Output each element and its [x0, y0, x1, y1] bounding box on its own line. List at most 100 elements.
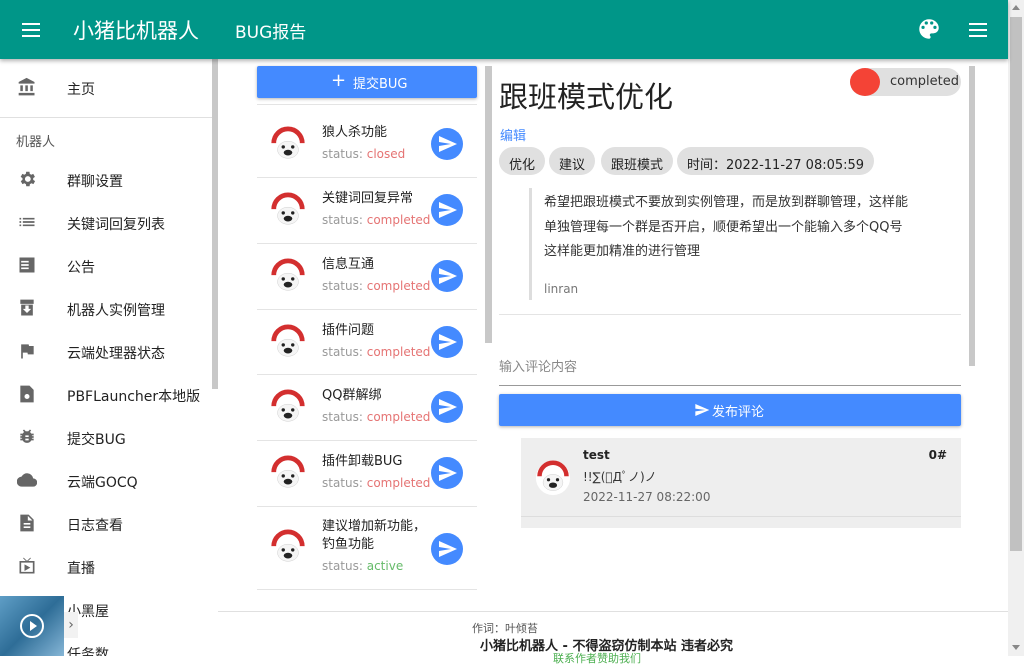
sidebar-item-keyword-reply[interactable]: 关键词回复列表 [0, 202, 212, 245]
open-bug-button[interactable] [431, 326, 463, 358]
status-prefix: status: [322, 279, 367, 293]
bug-list-item[interactable]: 信息互通 status: completed [257, 244, 477, 310]
avatar [269, 455, 307, 493]
send-icon [695, 404, 710, 416]
send-icon [439, 541, 457, 557]
send-icon [439, 136, 457, 152]
live-tv-icon [19, 557, 35, 574]
footer-credit: 作词：叶倾苔 [472, 622, 538, 635]
submit-bug-button[interactable]: + 提交BUG [257, 66, 477, 98]
edit-link[interactable]: 编辑 [500, 125, 526, 144]
status-text: completed [890, 74, 959, 89]
sidebar-item-home[interactable]: 主页 [0, 67, 212, 110]
footer-contact-link[interactable]: 联系作者赞助我们 [553, 650, 641, 666]
palette-icon[interactable] [916, 16, 942, 42]
status-value: completed [366, 213, 431, 227]
flag-icon [21, 344, 34, 359]
video-thumbnail[interactable] [0, 596, 64, 656]
avatar [269, 324, 307, 362]
sidebar-item-live[interactable]: 直播 [0, 546, 212, 589]
app-title[interactable]: 小猪比机器人 [73, 15, 199, 45]
sidebar-item-label: 任务数 [67, 647, 109, 656]
scroll-down-icon[interactable] [1012, 645, 1020, 650]
sidebar: 主页 机器人 群聊设置 关键词回复列表 公告 机器人实例管理 云端处理器状态 P… [0, 59, 212, 656]
bug-icon [20, 429, 34, 443]
bug-item-title: QQ群解绑 [322, 388, 382, 403]
file-icon [20, 385, 34, 403]
bug-item-status: status: completed [322, 345, 430, 359]
bug-item-status: status: active [322, 559, 403, 573]
sidebar-item-submit-bug[interactable]: 提交BUG [0, 417, 212, 460]
scrollbar-thumb[interactable] [1010, 17, 1022, 551]
bug-item-title: 信息互通 [322, 257, 375, 272]
sidebar-item-announcement[interactable]: 公告 [0, 245, 212, 288]
status-value: completed [366, 345, 431, 359]
menu-icon[interactable] [16, 16, 44, 44]
detail-scrollbar[interactable] [969, 66, 975, 366]
sidebar-item-instance-management[interactable]: 机器人实例管理 [0, 288, 212, 331]
bug-item-title: 关键词回复异常 [322, 191, 414, 206]
status-prefix: status: [322, 345, 367, 359]
sidebar-item-label: 群聊设置 [67, 174, 123, 190]
open-bug-button[interactable] [431, 128, 463, 160]
chevron-right-icon[interactable]: › [64, 612, 78, 638]
publish-comment-button[interactable]: 发布评论 [499, 394, 961, 426]
sidebar-item-cloud-processor[interactable]: 云端处理器状态 [0, 331, 212, 374]
sidebar-item-group-settings[interactable]: 群聊设置 [0, 159, 212, 202]
sidebar-item-label: 日志查看 [67, 518, 123, 534]
list-icon [19, 217, 35, 227]
sidebar-item-label: 关键词回复列表 [67, 217, 165, 233]
open-bug-button[interactable] [431, 457, 463, 489]
bug-list-item[interactable]: 关键词回复异常 status: completed [257, 178, 477, 244]
open-bug-button[interactable] [431, 260, 463, 292]
divider [499, 314, 961, 315]
bug-item-title: 插件问题 [322, 323, 375, 338]
footer: 作词：叶倾苔 小猪比机器人 - 不得盗窃仿制本站 违者必究 联系作者赞助我们 [218, 611, 1008, 665]
bug-item-title: 插件卸载BUG [322, 454, 403, 469]
play-icon[interactable] [20, 614, 44, 638]
bug-item-status: status: completed [322, 476, 430, 490]
tag-chip: 建议 [549, 147, 596, 175]
sidebar-item-label: 机器人实例管理 [67, 303, 165, 319]
list-scrollbar[interactable] [485, 66, 492, 343]
bug-list-item[interactable]: QQ群解绑 status: completed [257, 375, 477, 441]
bug-item-status: status: closed [322, 147, 405, 161]
sidebar-item-label: 公告 [67, 260, 95, 276]
avatar [269, 192, 307, 230]
sidebar-item-label: 主页 [67, 82, 95, 98]
status-value: active [366, 559, 404, 573]
comment-input[interactable] [499, 350, 961, 386]
comment-user: test [583, 448, 610, 462]
sidebar-item-pbflauncher[interactable]: PBFLauncher本地版 [0, 374, 212, 417]
sidebar-item-logs[interactable]: 日志查看 [0, 503, 212, 546]
status-prefix: status: [322, 559, 367, 573]
sidebar-item-cloud-gocq[interactable]: 云端GOCQ [0, 460, 212, 503]
divider [0, 117, 212, 118]
open-bug-button[interactable] [431, 533, 463, 565]
document-icon [20, 514, 34, 532]
status-dot [850, 68, 880, 96]
page-scrollbar[interactable] [1008, 0, 1024, 656]
open-bug-button[interactable] [431, 194, 463, 226]
status-value: closed [366, 147, 406, 161]
bug-list-item[interactable]: 狼人杀功能 status: closed [257, 112, 477, 178]
tag-chip: 跟班模式 [601, 147, 674, 175]
bug-list-item[interactable]: 插件问题 status: completed [257, 310, 477, 375]
comment-text: !!∑(ﾟДﾟノ)ノ [583, 470, 657, 484]
bank-icon [18, 77, 35, 96]
bug-list-item[interactable]: 插件卸载BUG status: completed [257, 441, 477, 507]
sidebar-item-label: 云端GOCQ [67, 475, 138, 491]
submit-bug-label: 提交BUG [353, 77, 408, 92]
scroll-up-icon[interactable] [1012, 5, 1020, 10]
comment-card: test 0# !!∑(ﾟДﾟノ)ノ 2022-11-27 08:22:00 [521, 438, 961, 528]
sidebar-scrollbar[interactable] [212, 59, 218, 389]
gear-icon [20, 171, 36, 187]
bug-list-item[interactable]: 建议增加新功能，钓鱼功能 status: active [257, 507, 477, 590]
sidebar-item-label: 提交BUG [67, 432, 126, 448]
bug-item-title: 建议增加新功能，钓鱼功能 [322, 519, 427, 552]
send-icon [439, 465, 457, 481]
open-bug-button[interactable] [431, 391, 463, 423]
status-value: completed [366, 279, 431, 293]
more-menu-icon[interactable] [964, 16, 992, 44]
bug-title: 跟班模式优化 [499, 80, 674, 114]
